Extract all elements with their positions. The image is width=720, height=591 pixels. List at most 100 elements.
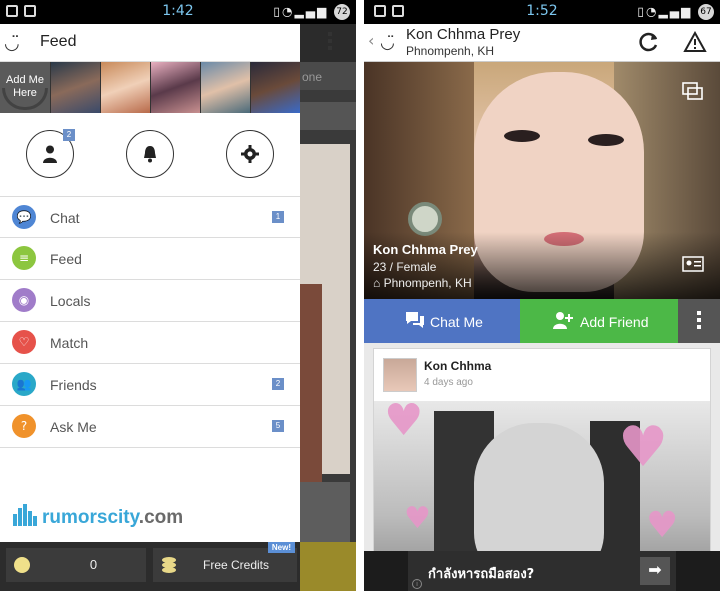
user-thumbnail[interactable] bbox=[200, 62, 250, 113]
status-icons: ▯◔▂▄▆ 67 bbox=[637, 4, 714, 20]
back-chevron-icon[interactable]: ‹ bbox=[368, 31, 374, 50]
report-warning-icon[interactable] bbox=[683, 31, 707, 53]
overflow-menu-icon[interactable] bbox=[328, 32, 334, 53]
menu-label: Match bbox=[50, 335, 89, 351]
background-bottom bbox=[300, 542, 356, 591]
menu-count: 1 bbox=[272, 211, 284, 223]
left-screen: 1:42 ▯◔▂▄▆ 72 one ◡̈ Feed Add Me Here 2 … bbox=[0, 0, 356, 591]
user-thumbnail[interactable] bbox=[100, 62, 150, 113]
feed-list-icon: ≡ bbox=[12, 246, 36, 270]
menu-label: Friends bbox=[50, 377, 97, 393]
more-options-button[interactable] bbox=[678, 299, 720, 343]
friends-icon: 👥 bbox=[12, 372, 36, 396]
ad-info-icon[interactable]: i bbox=[412, 579, 422, 589]
profile-name: Kon Chhma Prey bbox=[373, 242, 478, 257]
home-icon: ⌂ bbox=[373, 276, 384, 290]
bell-icon bbox=[144, 146, 156, 163]
menu-label: Chat bbox=[50, 210, 80, 226]
profile-photo[interactable]: Kon Chhma Prey 23 / Female ⌂ Phnompenh, … bbox=[364, 62, 720, 299]
chat-me-button[interactable]: Chat Me bbox=[364, 299, 520, 343]
city-skyline-icon bbox=[13, 504, 37, 526]
post-author-avatar[interactable] bbox=[383, 358, 417, 392]
profile-age-gender: 23 / Female bbox=[373, 260, 437, 274]
gallery-icon[interactable] bbox=[682, 82, 704, 100]
person-icon bbox=[43, 145, 57, 163]
ad-banner[interactable]: กำลังหารถมือสอง? ➡ i bbox=[408, 551, 676, 591]
menu-item-locals[interactable]: ◉ Locals bbox=[0, 280, 300, 322]
id-card-icon[interactable] bbox=[682, 256, 704, 272]
menu-label: Feed bbox=[50, 251, 82, 267]
brand-tld: .com bbox=[138, 507, 184, 528]
chat-bubbles-icon: 💬 bbox=[12, 205, 36, 229]
status-icons: ▯◔▂▄▆ 72 bbox=[273, 4, 350, 20]
location-pin-icon: ◉ bbox=[12, 288, 36, 312]
smile-icon bbox=[2, 88, 48, 110]
app-logo-icon[interactable]: ◡̈ bbox=[4, 33, 20, 54]
user-thumbnail[interactable] bbox=[50, 62, 100, 113]
profile-header: ‹ ◡̈ Kon Chhma Prey Phnompenh, KH bbox=[364, 24, 720, 62]
overflow-menu-icon bbox=[697, 311, 701, 332]
add-friend-button[interactable]: Add Friend bbox=[520, 299, 678, 343]
user-thumbnail[interactable] bbox=[250, 62, 300, 113]
arrow-right-icon[interactable]: ➡ bbox=[640, 557, 670, 585]
battery-icon: 67 bbox=[698, 4, 714, 20]
coins-counter[interactable]: 0 bbox=[6, 548, 146, 582]
vibrate-icon: ▯ bbox=[273, 4, 282, 19]
profile-actions: Chat Me Add Friend bbox=[364, 299, 720, 343]
profile-badge: 2 bbox=[63, 129, 75, 141]
free-credits-button[interactable]: Free Credits New! bbox=[153, 542, 297, 582]
user-thumbnail[interactable] bbox=[150, 62, 200, 113]
battery-icon: 72 bbox=[334, 4, 350, 20]
app-logo-icon[interactable]: ◡̈ bbox=[380, 33, 395, 53]
drawer-header: ◡̈ Feed bbox=[0, 24, 332, 62]
heart-icon: ♡ bbox=[12, 330, 36, 354]
ad-text: กำลังหารถมือสอง? bbox=[428, 567, 535, 582]
settings-button[interactable] bbox=[226, 130, 274, 178]
coin-stack-icon bbox=[162, 557, 176, 573]
new-badge: New! bbox=[267, 542, 295, 553]
ad-side-left bbox=[364, 551, 408, 591]
menu-count: 2 bbox=[272, 378, 284, 390]
signal-icon: ▂▄▆ bbox=[294, 4, 329, 19]
chat-icon bbox=[406, 312, 424, 328]
refresh-icon[interactable] bbox=[638, 31, 660, 53]
chat-me-label: Chat Me bbox=[430, 314, 483, 330]
signal-icon: ▂▄▆ bbox=[658, 4, 693, 19]
credits-bar: 0 Free Credits New! bbox=[0, 542, 300, 591]
free-credits-label: Free Credits bbox=[203, 558, 270, 572]
header-name: Kon Chhma Prey bbox=[406, 26, 521, 43]
right-screen: 1:52 ▯◔▂▄▆ 67 ‹ ◡̈ Kon Chhma Prey Phnomp… bbox=[364, 0, 720, 591]
wifi-icon: ◔ bbox=[282, 4, 295, 19]
watermark-logo: rumorscity.com bbox=[12, 504, 183, 529]
photo-strip: Add Me Here bbox=[0, 62, 300, 113]
header-location: Phnompenh, KH bbox=[406, 44, 495, 58]
menu-item-ask-me[interactable]: ? Ask Me 5 bbox=[0, 406, 300, 448]
post-author-name[interactable]: Kon Chhma bbox=[424, 359, 491, 373]
menu-item-match[interactable]: ♡ Match bbox=[0, 322, 300, 364]
add-me-here-button[interactable]: Add Me Here bbox=[0, 62, 50, 113]
heart-sticker: ♥ bbox=[618, 415, 669, 480]
drawer-menu: 💬 Chat 1 ≡ Feed ◉ Locals ♡ Match 👥 Frien… bbox=[0, 196, 300, 448]
menu-item-chat[interactable]: 💬 Chat 1 bbox=[0, 196, 300, 238]
profile-location: ⌂ Phnompenh, KH bbox=[373, 276, 472, 290]
photo-eye bbox=[504, 130, 540, 142]
menu-count: 5 bbox=[272, 420, 284, 432]
page-title: Feed bbox=[40, 33, 77, 50]
heart-sticker: ♥ bbox=[646, 505, 679, 546]
add-person-icon bbox=[553, 312, 573, 329]
wifi-icon: ◔ bbox=[646, 4, 659, 19]
menu-item-friends[interactable]: 👥 Friends 2 bbox=[0, 364, 300, 406]
vibrate-icon: ▯ bbox=[637, 4, 646, 19]
add-friend-label: Add Friend bbox=[580, 314, 649, 330]
background-bar bbox=[300, 102, 356, 130]
menu-item-feed[interactable]: ≡ Feed bbox=[0, 238, 300, 280]
screen-divider bbox=[356, 0, 364, 591]
background-block bbox=[300, 482, 350, 542]
brand-name: rumorscity bbox=[42, 507, 139, 528]
photo-eye bbox=[588, 134, 624, 146]
status-bar: 1:42 ▯◔▂▄▆ 72 bbox=[0, 0, 356, 24]
profile-button[interactable]: 2 bbox=[26, 129, 75, 178]
notifications-button[interactable] bbox=[126, 130, 174, 178]
profile-location-text: Phnompenh, KH bbox=[383, 276, 472, 290]
post-timestamp: 4 days ago bbox=[424, 377, 473, 388]
